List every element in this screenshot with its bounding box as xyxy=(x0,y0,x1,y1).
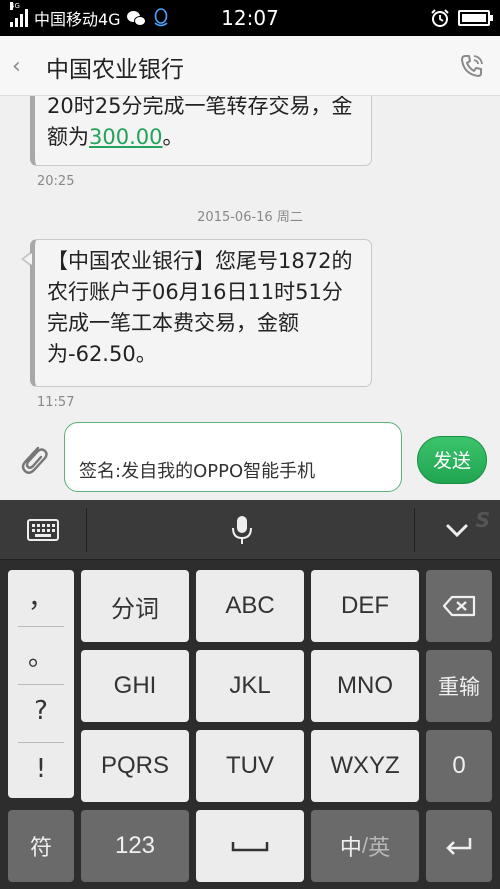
phone-call-icon[interactable] xyxy=(458,52,486,80)
key-fenci[interactable]: 分词 xyxy=(81,570,189,642)
message-text: 【中国农业银行】您尾号1872的农行账户于06月16日11时51分完成一笔工本费… xyxy=(47,249,353,366)
message-input[interactable]: 签名:发自我的OPPO智能手机 xyxy=(64,422,402,492)
backspace-key[interactable] xyxy=(426,570,492,642)
space-icon xyxy=(231,842,269,852)
status-bar: 4G 中国移动4G 12:07 xyxy=(0,0,500,36)
key-tuv[interactable]: TUV xyxy=(196,730,304,802)
message-bubble[interactable]: 20时25分完成一笔转存交易，金额为300.00。 xyxy=(30,96,372,166)
punct-key-comma[interactable]: ， xyxy=(8,578,74,615)
date-separator: 2015-06-16 周二 xyxy=(197,210,303,225)
keyboard: S ， 。 ? ! 分词 ABC DEF GHI JKL MNO 重输 PQRS… xyxy=(0,500,500,889)
backspace-icon xyxy=(442,595,476,617)
punctuation-column[interactable]: ， 。 ? ! xyxy=(8,570,74,798)
key-mno[interactable]: MNO xyxy=(311,650,419,722)
reinput-key[interactable]: 重输 xyxy=(426,650,492,722)
alarm-clock-icon xyxy=(431,9,449,27)
space-key[interactable] xyxy=(196,810,304,882)
keyboard-toolbar: S xyxy=(0,500,500,560)
punct-key-question[interactable]: ? xyxy=(8,696,74,726)
watermark-logo: S xyxy=(475,508,490,532)
key-wxyz[interactable]: WXYZ xyxy=(311,730,419,802)
enter-icon xyxy=(446,838,472,855)
language-switch-key[interactable]: 中 / 英 xyxy=(311,810,419,882)
key-jkl[interactable]: JKL xyxy=(196,650,304,722)
chevron-down-icon[interactable] xyxy=(440,515,474,545)
battery-icon xyxy=(458,10,493,26)
numbers-key[interactable]: 123 xyxy=(81,810,189,882)
lang-en-label: 英 xyxy=(368,835,391,860)
zero-key[interactable]: 0 xyxy=(426,730,492,802)
message-bubble[interactable]: 【中国农业银行】您尾号1872的农行账户于06月16日11时51分完成一笔工本费… xyxy=(21,239,372,387)
message-time: 11:57 xyxy=(37,395,75,410)
key-ghi[interactable]: GHI xyxy=(81,650,189,722)
key-abc[interactable]: ABC xyxy=(196,570,304,642)
message-list[interactable]: 20时25分完成一笔转存交易，金额为300.00。 20:25 2015-06-… xyxy=(0,96,500,416)
paperclip-icon[interactable] xyxy=(16,440,50,478)
enter-key[interactable] xyxy=(426,810,492,882)
composer: 签名:发自我的OPPO智能手机 发送 xyxy=(0,416,500,500)
microphone-icon[interactable] xyxy=(225,515,259,545)
page-title: 中国农业银行 xyxy=(46,57,184,83)
key-def[interactable]: DEF xyxy=(311,570,419,642)
punct-key-period[interactable]: 。 xyxy=(8,636,74,673)
status-time: 12:07 xyxy=(221,6,279,30)
conversation-header: ‹ 中国农业银行 xyxy=(0,36,500,96)
key-pqrs[interactable]: PQRS xyxy=(81,730,189,802)
status-right xyxy=(430,0,493,36)
message-time: 20:25 xyxy=(37,174,75,189)
symbols-key[interactable]: 符 xyxy=(8,810,74,882)
back-chevron-icon[interactable]: ‹ xyxy=(12,54,21,79)
lang-zh-label: 中 xyxy=(339,835,362,860)
message-amount-link[interactable]: 300.00 xyxy=(89,125,162,149)
punct-key-exclaim[interactable]: ! xyxy=(8,754,74,784)
message-text-end: 。 xyxy=(162,125,184,149)
send-button[interactable]: 发送 xyxy=(417,436,487,484)
keyboard-icon[interactable] xyxy=(26,515,60,545)
